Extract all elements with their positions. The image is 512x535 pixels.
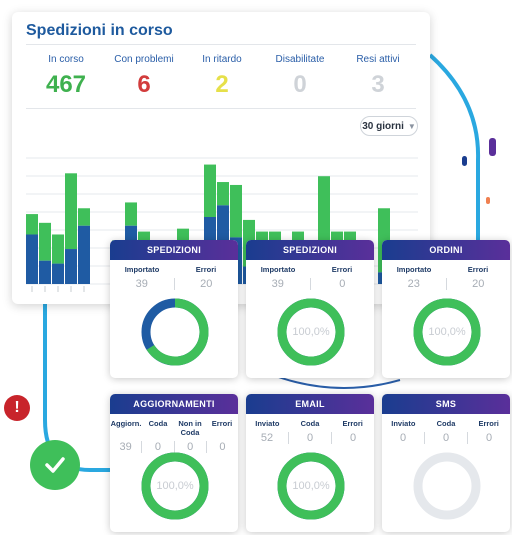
- column-label: Errori: [478, 419, 499, 428]
- donut-percentage: [139, 296, 211, 368]
- donut-percentage: 100,0%: [428, 326, 466, 338]
- column-label: Errori: [467, 265, 489, 274]
- stat-label: Disabilitate: [275, 54, 325, 65]
- stat-disabled[interactable]: Disabilitate 0: [260, 54, 340, 99]
- accent-pill-orange: [486, 197, 490, 204]
- donut-percentage: 100,0%: [292, 480, 330, 492]
- stat-label: Con problemi: [114, 54, 174, 65]
- card-title: ORDINI: [382, 240, 510, 260]
- card-title: SPEDIZIONI: [110, 240, 238, 260]
- card-column-values: 000: [382, 432, 510, 444]
- column-label: Errori: [342, 419, 363, 428]
- card-column-labels: Importato Errori: [246, 265, 374, 274]
- card-column-labels: Inviato Coda Errori: [382, 419, 510, 428]
- column-value: 39: [119, 441, 132, 453]
- column-label: Coda: [300, 419, 320, 428]
- stat-value: 6: [137, 71, 151, 98]
- card-title: AGGIORNAMENTI: [110, 394, 238, 414]
- exclamation-icon[interactable]: !: [4, 395, 30, 421]
- stat-label: In ritardo: [202, 54, 242, 65]
- card-title: SMS: [382, 394, 510, 414]
- column-value: 39: [271, 278, 284, 290]
- column-value: 0: [467, 432, 510, 444]
- bar-segment-secondary: [65, 173, 77, 250]
- divider: [26, 44, 416, 45]
- card-column-values: 23 20: [382, 278, 510, 290]
- column-value: 39: [135, 278, 148, 290]
- column-label: Errori: [211, 419, 233, 428]
- chevron-down-icon: ▼: [407, 121, 416, 131]
- column-label: Importato: [124, 265, 160, 274]
- card-column-values: 52 0 0: [246, 432, 374, 444]
- summary-card-sms[interactable]: SMS Inviato Coda Errori 0 0 0: [382, 394, 510, 532]
- bar-segment-secondary: [125, 202, 137, 226]
- column-label: Non in Coda: [178, 419, 202, 437]
- card-title: EMAIL: [246, 394, 374, 414]
- bar-segment-primary: [65, 249, 77, 284]
- stat-with-problems[interactable]: Con problemi 6: [104, 54, 184, 99]
- divider: [26, 108, 416, 109]
- summary-card-spedizioni[interactable]: SPEDIZIONI Importato Errori 39 0 100,0%: [246, 240, 374, 378]
- bar-segment-primary: [78, 225, 90, 284]
- stat-value: 0: [293, 71, 307, 98]
- stat-label: In corso: [48, 54, 84, 65]
- column-value: 0: [399, 432, 407, 444]
- bar-segment-primary: [39, 260, 51, 284]
- column-value: 20: [173, 278, 239, 290]
- card-column-labels: Importato Errori: [110, 265, 238, 274]
- card-title: SPEDIZIONI: [246, 240, 374, 260]
- donut-percentage: [411, 450, 483, 522]
- column-label: Importato: [396, 265, 432, 274]
- column-label: Importato: [260, 265, 296, 274]
- summary-card-spedizioni[interactable]: SPEDIZIONI Importato Errori 39 20: [110, 240, 238, 378]
- donut-percentage: 100,0%: [292, 326, 330, 338]
- column-label: Errori: [331, 265, 353, 274]
- column-value: 52: [260, 432, 274, 444]
- column-label: Aggiorn.: [110, 419, 142, 428]
- column-label: Coda: [148, 419, 168, 428]
- card-column-labels: Inviato Coda Errori: [246, 419, 374, 428]
- checkmark-icon[interactable]: [30, 440, 80, 490]
- stat-label: Resi attivi: [356, 54, 400, 65]
- summary-card-ordini[interactable]: ORDINI Importato Errori 23 20 100,0%: [382, 240, 510, 378]
- stat-in-progress[interactable]: In corso 467: [26, 54, 106, 99]
- column-label: Coda: [436, 419, 456, 428]
- summary-card-aggiornamenti[interactable]: AGGIORNAMENTI Aggiorn. Coda Non in Coda Erro…: [110, 394, 238, 532]
- card-column-labels: Aggiorn. Coda Non in Coda Errori: [110, 419, 238, 437]
- bar-segment-primary: [52, 263, 64, 284]
- column-label: Inviato: [391, 419, 416, 428]
- column-label: Inviato: [255, 419, 280, 428]
- card-column-labels: Importato Errori: [382, 265, 510, 274]
- bar-segment-secondary: [26, 214, 38, 235]
- bar-segment-secondary: [52, 234, 64, 264]
- accent-pill-purple: [489, 138, 496, 156]
- donut-percentage: 100,0%: [156, 480, 194, 492]
- column-value: 0: [424, 432, 467, 444]
- column-value: 0: [309, 278, 375, 290]
- bar-segment-secondary: [39, 222, 51, 261]
- bar-segment-primary: [26, 234, 38, 284]
- bar-segment-secondary: [78, 208, 90, 226]
- column-label: Errori: [195, 265, 217, 274]
- card-column-values: 39 20: [110, 278, 238, 290]
- period-label: 30 giorni: [362, 120, 404, 132]
- accent-pill-navy: [462, 156, 467, 166]
- stat-value: 467: [45, 71, 87, 98]
- summary-card-email[interactable]: EMAIL Inviato Coda Errori 52 0 0 100,0%: [246, 394, 374, 532]
- stat-value: 3: [371, 71, 385, 98]
- column-value: 0: [288, 432, 331, 444]
- period-select[interactable]: 30 giorni ▼: [360, 116, 418, 136]
- column-value: 0: [331, 432, 374, 444]
- bar-segment-secondary: [204, 164, 216, 217]
- stat-delayed[interactable]: In ritardo 2: [182, 54, 262, 99]
- panel-title: Spedizioni in corso: [26, 22, 173, 39]
- column-value: 20: [445, 278, 511, 290]
- stat-active-returns[interactable]: Resi attivi 3: [338, 54, 418, 99]
- card-column-values: 39 0: [246, 278, 374, 290]
- stat-value: 2: [215, 71, 229, 98]
- column-value: 23: [407, 278, 420, 290]
- bar-segment-secondary: [217, 182, 229, 206]
- bar-segment-secondary: [230, 184, 242, 238]
